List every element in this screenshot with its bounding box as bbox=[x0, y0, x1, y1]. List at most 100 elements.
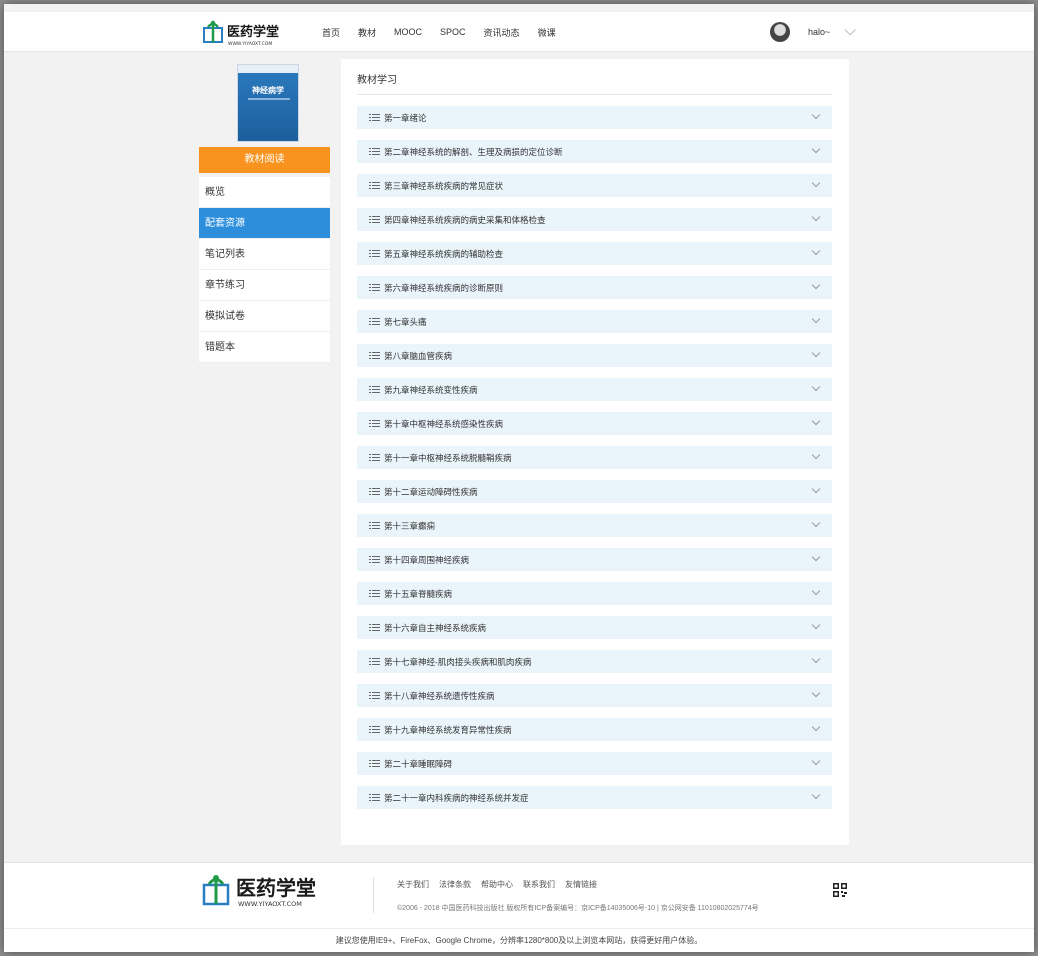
chevron-down-icon[interactable] bbox=[811, 756, 821, 766]
chevron-down-icon[interactable] bbox=[811, 586, 821, 596]
svg-text:医药学堂: 医药学堂 bbox=[236, 876, 316, 900]
list-icon bbox=[369, 419, 380, 428]
chevron-down-icon[interactable] bbox=[811, 280, 821, 290]
copyright: ©2006 - 2018 中国医药科技出版社 版权所有ICP备案编号：京ICP备… bbox=[397, 905, 759, 912]
main-nav: 首页 教材 MOOC SPOC 资讯动态 微课 bbox=[322, 12, 574, 52]
chevron-down-icon[interactable] bbox=[811, 144, 821, 154]
nav-home[interactable]: 首页 bbox=[322, 26, 340, 39]
chapter-item[interactable]: 第十三章癫痫 bbox=[357, 514, 832, 537]
chevron-down-icon[interactable] bbox=[811, 552, 821, 562]
chapter-item[interactable]: 第十九章神经系统发育异常性疾病 bbox=[357, 718, 832, 741]
nav-mooc[interactable]: MOOC bbox=[394, 27, 422, 37]
chevron-down-icon[interactable] bbox=[811, 722, 821, 732]
chapter-item[interactable]: 第十二章运动障碍性疾病 bbox=[357, 480, 832, 503]
username[interactable]: halo~ bbox=[808, 27, 830, 37]
list-icon bbox=[369, 283, 380, 292]
chapter-label: 第十四章周围神经疾病 bbox=[384, 554, 470, 565]
chapter-item[interactable]: 第六章神经系统疾病的诊断原则 bbox=[357, 276, 832, 299]
chapter-label: 第六章神经系统疾病的诊断原则 bbox=[384, 282, 504, 293]
chevron-down-icon[interactable] bbox=[811, 450, 821, 460]
avatar[interactable] bbox=[770, 22, 790, 42]
chapter-item[interactable]: 第八章脑血管疾病 bbox=[357, 344, 832, 367]
chapter-item[interactable]: 第十八章神经系统遗传性疾病 bbox=[357, 684, 832, 707]
footer-logo[interactable]: 医药学堂 WWW.YIYAOXT.COM bbox=[200, 871, 360, 911]
sidebar-item-mistakes[interactable]: 错题本 bbox=[199, 332, 330, 363]
footer-link-contact[interactable]: 联系我们 bbox=[523, 879, 555, 890]
book-cover: 神经病学 bbox=[237, 64, 299, 142]
footer-links: 关于我们 法律条款 帮助中心 联系我们 友情链接 bbox=[397, 879, 607, 890]
chevron-down-icon[interactable] bbox=[811, 484, 821, 494]
chapter-label: 第十八章神经系统遗传性疾病 bbox=[384, 690, 495, 701]
chevron-down-icon[interactable] bbox=[811, 790, 821, 800]
sidebar-item-notes[interactable]: 笔记列表 bbox=[199, 239, 330, 270]
chapter-item[interactable]: 第一章绪论 bbox=[357, 106, 832, 129]
chapter-label: 第十三章癫痫 bbox=[384, 520, 436, 531]
chevron-down-icon[interactable] bbox=[844, 24, 857, 36]
chevron-down-icon[interactable] bbox=[811, 246, 821, 256]
sidebar-item-overview[interactable]: 概览 bbox=[199, 177, 330, 208]
chapter-item[interactable]: 第三章神经系统疾病的常见症状 bbox=[357, 174, 832, 197]
chevron-down-icon[interactable] bbox=[811, 620, 821, 630]
footer-link-help[interactable]: 帮助中心 bbox=[481, 879, 513, 890]
chapter-item[interactable]: 第二十章睡眠障碍 bbox=[357, 752, 832, 775]
chevron-down-icon[interactable] bbox=[811, 178, 821, 188]
list-icon bbox=[369, 759, 380, 768]
chapter-label: 第十五章脊髓疾病 bbox=[384, 588, 453, 599]
chapter-label: 第十一章中枢神经系统脱髓鞘疾病 bbox=[384, 452, 512, 463]
chapter-item[interactable]: 第十七章神经-肌肉接头疾病和肌肉疾病 bbox=[357, 650, 832, 673]
list-icon bbox=[369, 623, 380, 632]
sidebar-item-mock-exam[interactable]: 模拟试卷 bbox=[199, 301, 330, 332]
main-panel: 教材学习 第一章绪论 第二章神经系统的解剖、生理及病损的定位诊断 第三章神经系统疾病… bbox=[341, 59, 849, 845]
nav-microlesson[interactable]: 微课 bbox=[538, 26, 556, 39]
chevron-down-icon[interactable] bbox=[811, 348, 821, 358]
footer-link-about[interactable]: 关于我们 bbox=[397, 879, 429, 890]
list-icon bbox=[369, 487, 380, 496]
list-icon bbox=[369, 657, 380, 666]
list-icon bbox=[369, 725, 380, 734]
browser-notice: 建议您使用IE9+、FireFox、Google Chrome，分辨率1280*… bbox=[4, 928, 1034, 952]
footer: 医药学堂 WWW.YIYAOXT.COM 关于我们 法律条款 帮助中心 联系我们… bbox=[4, 862, 1034, 928]
chevron-down-icon[interactable] bbox=[811, 212, 821, 222]
list-icon bbox=[369, 317, 380, 326]
book-title: 神经病学 bbox=[252, 85, 284, 95]
sidebar-menu: 概览 配套资源 笔记列表 章节练习 模拟试卷 错题本 bbox=[199, 177, 330, 363]
user-menu[interactable]: halo~ bbox=[770, 20, 857, 44]
list-icon bbox=[369, 691, 380, 700]
chapter-item[interactable]: 第二十一章内科疾病的神经系统并发症 bbox=[357, 786, 832, 809]
nav-news[interactable]: 资讯动态 bbox=[484, 26, 520, 39]
chapter-label: 第五章神经系统疾病的辅助检查 bbox=[384, 248, 504, 259]
chapter-label: 第四章神经系统疾病的病史采集和体格检查 bbox=[384, 214, 546, 225]
svg-text:WWW.YIYAOXT.COM: WWW.YIYAOXT.COM bbox=[228, 41, 272, 47]
nav-textbook[interactable]: 教材 bbox=[358, 26, 376, 39]
chapter-item[interactable]: 第五章神经系统疾病的辅助检查 bbox=[357, 242, 832, 265]
chevron-down-icon[interactable] bbox=[811, 654, 821, 664]
read-textbook-button[interactable]: 教材阅读 bbox=[199, 147, 330, 173]
sidebar-item-exercises[interactable]: 章节练习 bbox=[199, 270, 330, 301]
list-icon bbox=[369, 181, 380, 190]
nav-spoc[interactable]: SPOC bbox=[440, 27, 466, 37]
chevron-down-icon[interactable] bbox=[811, 518, 821, 528]
chapter-item[interactable]: 第十六章自主神经系统疾病 bbox=[357, 616, 832, 639]
footer-link-friends[interactable]: 友情链接 bbox=[565, 879, 597, 890]
list-icon bbox=[369, 215, 380, 224]
footer-link-legal[interactable]: 法律条款 bbox=[439, 879, 471, 890]
chevron-down-icon[interactable] bbox=[811, 416, 821, 426]
list-icon bbox=[369, 793, 380, 802]
chapter-item[interactable]: 第十四章周围神经疾病 bbox=[357, 548, 832, 571]
chapter-item[interactable]: 第九章神经系统变性疾病 bbox=[357, 378, 832, 401]
chapter-item[interactable]: 第七章头痛 bbox=[357, 310, 832, 333]
chevron-down-icon[interactable] bbox=[811, 314, 821, 324]
chapter-label: 第十七章神经-肌肉接头疾病和肌肉疾病 bbox=[384, 656, 532, 667]
site-logo[interactable]: 医药学堂 WWW.YIYAOXT.COM bbox=[200, 18, 300, 48]
chapter-item[interactable]: 第十一章中枢神经系统脱髓鞘疾病 bbox=[357, 446, 832, 469]
chevron-down-icon[interactable] bbox=[811, 110, 821, 120]
chevron-down-icon[interactable] bbox=[811, 382, 821, 392]
chapter-label: 第十二章运动障碍性疾病 bbox=[384, 486, 478, 497]
chevron-down-icon[interactable] bbox=[811, 688, 821, 698]
chapter-item[interactable]: 第二章神经系统的解剖、生理及病损的定位诊断 bbox=[357, 140, 832, 163]
chapter-item[interactable]: 第四章神经系统疾病的病史采集和体格检查 bbox=[357, 208, 832, 231]
chapter-item[interactable]: 第十章中枢神经系统感染性疾病 bbox=[357, 412, 832, 435]
sidebar-item-resources[interactable]: 配套资源 bbox=[199, 208, 330, 239]
chapter-item[interactable]: 第十五章脊髓疾病 bbox=[357, 582, 832, 605]
qr-code-icon[interactable] bbox=[833, 883, 847, 897]
